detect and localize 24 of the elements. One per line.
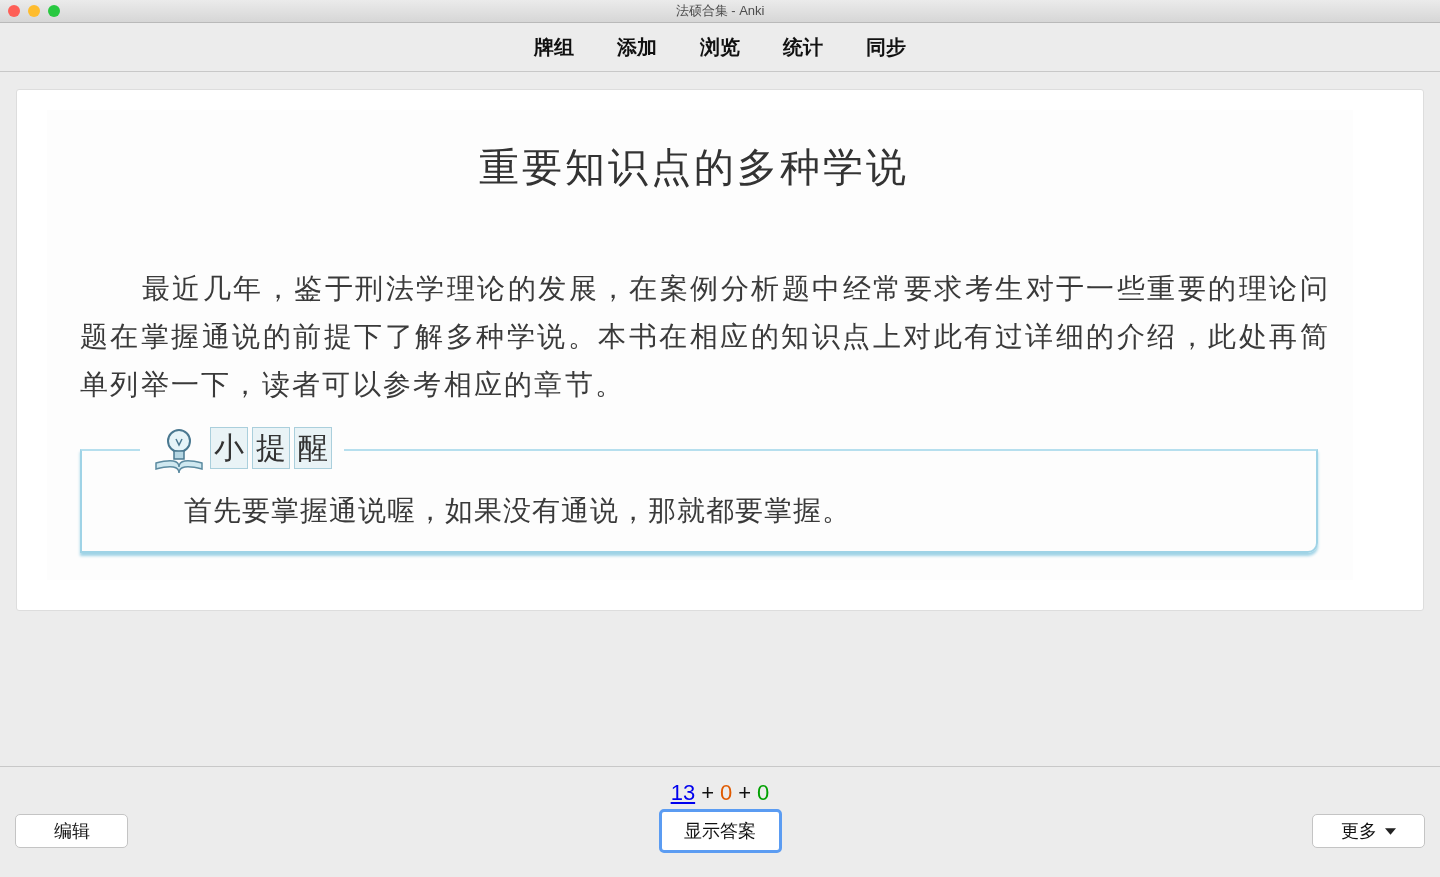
minimize-button[interactable] (28, 5, 40, 17)
more-button[interactable]: 更多 (1312, 814, 1425, 848)
toolbar-link[interactable]: 牌组 (534, 33, 574, 61)
toolbar-link[interactable]: 统计 (783, 33, 823, 61)
tip-label-char: 小 (210, 427, 248, 469)
new-count[interactable]: 13 (670, 780, 696, 806)
card-title: 重要知识点的多种学说 (477, 144, 910, 192)
plus-sign: + (738, 780, 752, 806)
review-count: 0 (757, 780, 770, 806)
tip-label-char: 提 (252, 427, 290, 469)
learn-count: 0 (720, 780, 733, 806)
window-title: 法硕合集 - Anki (675, 2, 765, 20)
show-answer-button[interactable]: 显示答案 (658, 809, 782, 853)
edit-button[interactable]: 编辑 (15, 814, 128, 848)
toolbar-link[interactable]: 添加 (617, 33, 657, 61)
tip-text: 首先要掌握通说喔，如果没有通说，那就都要掌握。 (184, 494, 851, 528)
zoom-button[interactable] (48, 5, 60, 17)
tip-label-char: 醒 (294, 427, 332, 469)
paragraph: 最近几年，鉴于刑法学理论的发展，在案例分析题中经常要求考生对于一些重要的理论问题在掌握通说的前提下了解多种学说。本书在相应的知识点上对此有过详细的介绍，此处再简单列举一下，读者可以参考相应的章节。 (80, 272, 1330, 402)
caret-icon (1385, 827, 1396, 835)
toolbar-link[interactable]: 同步 (866, 33, 906, 61)
toolbar-link[interactable]: 浏览 (700, 33, 740, 61)
plus-sign: + (701, 780, 714, 806)
close-button[interactable] (8, 5, 20, 17)
